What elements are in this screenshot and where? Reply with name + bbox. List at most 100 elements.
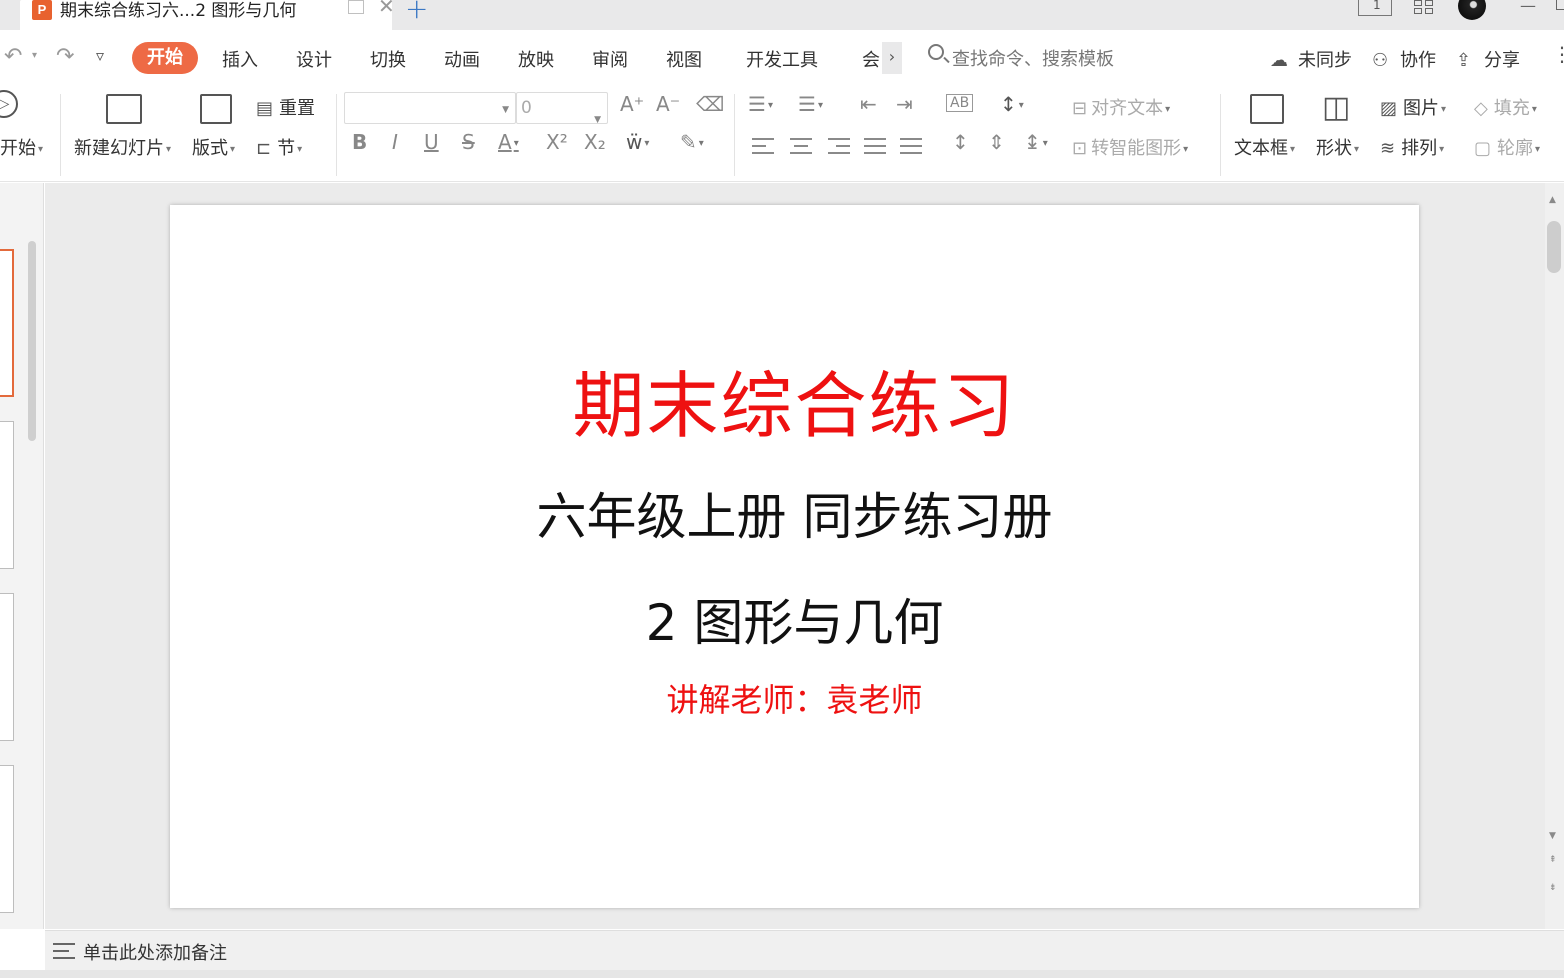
window-layout-icon[interactable]: 1 <box>1358 0 1392 16</box>
share-button[interactable]: ⇪ 分享 <box>1456 46 1520 72</box>
line-spacing-icon[interactable]: ↕ <box>952 130 969 154</box>
numbered-list-icon[interactable]: ☰ ▾ <box>798 92 823 116</box>
underline-icon[interactable]: U <box>424 130 439 154</box>
notes-placeholder[interactable]: 单击此处添加备注 <box>83 939 227 965</box>
next-slide-icon[interactable]: ⇟ <box>1549 883 1557 893</box>
decrease-indent-icon[interactable]: ⇤ <box>860 92 877 116</box>
undo-icon[interactable]: ↶ <box>4 44 22 69</box>
text-direction-icon[interactable]: AB <box>946 94 974 112</box>
apps-grid-icon[interactable] <box>1414 0 1434 16</box>
spacing-options-icon[interactable]: ↨ ▾ <box>1024 130 1048 154</box>
shape-button[interactable]: 形状 ▾ <box>1316 134 1359 160</box>
font-color-icon[interactable]: A ▾ <box>498 130 519 154</box>
slide-unit-heading[interactable]: 2 图形与几何 <box>170 583 1419 655</box>
tab-slideshow[interactable]: 放映 <box>518 46 554 72</box>
previous-slide-icon[interactable]: ⇞ <box>1549 855 1557 865</box>
sort-icon[interactable]: ↕ ▾ <box>1000 92 1024 116</box>
slide-thumbnail[interactable] <box>0 593 14 741</box>
slide-thumbnail[interactable] <box>0 765 14 913</box>
tab-member[interactable]: 会 <box>862 46 880 72</box>
paragraph-spacing-icon[interactable]: ⇕ <box>988 130 1005 154</box>
user-avatar[interactable] <box>1458 0 1486 20</box>
bold-icon[interactable]: B <box>352 130 367 154</box>
tab-animation[interactable]: 动画 <box>444 46 480 72</box>
highlight-icon[interactable]: ✎ ▾ <box>680 130 704 154</box>
tab-insert[interactable]: 插入 <box>222 46 258 72</box>
bullet-list-icon[interactable]: ☰ ▾ <box>748 92 773 116</box>
maximize-icon[interactable] <box>1556 0 1564 10</box>
tab-view[interactable]: 视图 <box>666 46 702 72</box>
thumbnail-scrollbar[interactable] <box>28 241 36 441</box>
play-from-start-icon[interactable]: ▷ <box>0 90 18 118</box>
section-icon: ⊏ <box>256 138 272 159</box>
vertical-scrollbar[interactable]: ▲ ▼ ⇞ ⇟ <box>1545 183 1564 929</box>
font-name-select[interactable]: ▼ <box>344 92 516 124</box>
shape-icon[interactable]: ◫ <box>1322 90 1350 125</box>
phonetic-guide-icon[interactable]: ẅ ▾ <box>626 130 649 154</box>
clear-format-icon[interactable]: ⌫ <box>696 92 724 116</box>
textbox-icon[interactable] <box>1250 94 1284 124</box>
subscript-icon[interactable]: X₂ <box>584 130 606 154</box>
slide-thumbnail[interactable] <box>0 249 14 397</box>
align-left-icon[interactable] <box>752 138 774 154</box>
scrollbar-thumb[interactable] <box>1547 221 1561 273</box>
sync-button[interactable]: ☁ 未同步 <box>1270 46 1352 72</box>
distribute-icon[interactable] <box>900 138 922 154</box>
play-from-start-button[interactable]: 开始 ▾ <box>0 134 43 160</box>
slide-teacher-line[interactable]: 讲解老师：袁老师 <box>170 675 1419 721</box>
fill-button[interactable]: ◇ 填充 ▾ <box>1474 94 1537 120</box>
pin-icon[interactable] <box>348 0 364 14</box>
separator <box>1220 94 1221 176</box>
justify-icon[interactable] <box>864 138 886 154</box>
collaborate-button[interactable]: ⚇ 协作 <box>1372 46 1436 72</box>
redo-icon[interactable]: ↷ <box>56 44 74 69</box>
reset-button[interactable]: ▤ 重置 <box>256 94 315 120</box>
slide-canvas[interactable]: 期末综合练习 六年级上册 同步练习册 2 图形与几何 讲解老师：袁老师 <box>170 205 1419 908</box>
presentation-icon: P <box>32 0 52 20</box>
more-tabs-button[interactable]: › <box>882 42 902 74</box>
undo-dropdown-icon[interactable]: ▾ <box>32 50 37 61</box>
picture-button[interactable]: ▨ 图片 ▾ <box>1380 94 1446 120</box>
search-placeholder: 查找命令、搜索模板 <box>952 49 1114 70</box>
new-slide-icon[interactable] <box>106 94 142 124</box>
slide-subtitle[interactable]: 六年级上册 同步练习册 <box>170 477 1419 549</box>
smart-shape-button[interactable]: ⊡ 转智能图形 ▾ <box>1072 134 1188 160</box>
notes-pane[interactable]: 单击此处添加备注 <box>45 930 1564 970</box>
align-text-button[interactable]: ⊟ 对齐文本 ▾ <box>1072 94 1170 120</box>
font-size-select[interactable]: 0 ▼ <box>516 92 608 125</box>
document-tab[interactable]: P 期末综合练习六...2 图形与几何 ✕ <box>20 0 395 30</box>
scroll-up-icon[interactable]: ▲ <box>1549 195 1556 205</box>
decrease-font-icon[interactable]: A⁻ <box>656 92 680 116</box>
new-slide-button[interactable]: 新建幻灯片 ▾ <box>74 134 171 160</box>
scroll-down-icon[interactable]: ▼ <box>1549 831 1556 841</box>
tab-developer[interactable]: 开发工具 <box>746 46 818 72</box>
close-icon[interactable]: ✕ <box>378 0 395 18</box>
layout-icon[interactable] <box>200 94 232 124</box>
tab-start[interactable]: 开始 <box>132 42 198 74</box>
tab-review[interactable]: 审阅 <box>592 46 628 72</box>
italic-icon[interactable]: I <box>392 130 398 154</box>
section-button[interactable]: ⊏ 节 ▾ <box>256 134 302 160</box>
arrange-button[interactable]: ≋ 排列 ▾ <box>1380 134 1444 160</box>
strikethrough-icon[interactable]: S <box>462 130 475 154</box>
slide-title[interactable]: 期末综合练习 <box>170 347 1419 452</box>
increase-indent-icon[interactable]: ⇥ <box>896 92 913 116</box>
increase-font-icon[interactable]: A⁺ <box>620 92 644 116</box>
more-options-icon[interactable]: ⋮ <box>1552 42 1564 66</box>
collaborate-label: 协作 <box>1400 50 1436 71</box>
superscript-icon[interactable]: X² <box>546 130 568 154</box>
picture-icon: ▨ <box>1380 98 1398 119</box>
title-bar: P 期末综合练习六...2 图形与几何 ✕ + 1 — <box>0 0 1564 30</box>
separator <box>734 94 735 176</box>
tab-design[interactable]: 设计 <box>296 46 332 72</box>
minimize-icon[interactable]: — <box>1520 0 1536 15</box>
new-tab-button[interactable]: + <box>405 0 428 25</box>
textbox-button[interactable]: 文本框 ▾ <box>1234 134 1295 160</box>
align-right-icon[interactable] <box>828 138 850 154</box>
align-center-icon[interactable] <box>790 138 812 154</box>
slide-thumbnail[interactable] <box>0 421 14 569</box>
tab-transition[interactable]: 切换 <box>370 46 406 72</box>
layout-button[interactable]: 版式 ▾ <box>192 134 235 160</box>
outline-button[interactable]: ▢ 轮廓 ▾ <box>1474 134 1540 160</box>
customize-toolbar-icon[interactable]: ▿ <box>96 46 104 65</box>
